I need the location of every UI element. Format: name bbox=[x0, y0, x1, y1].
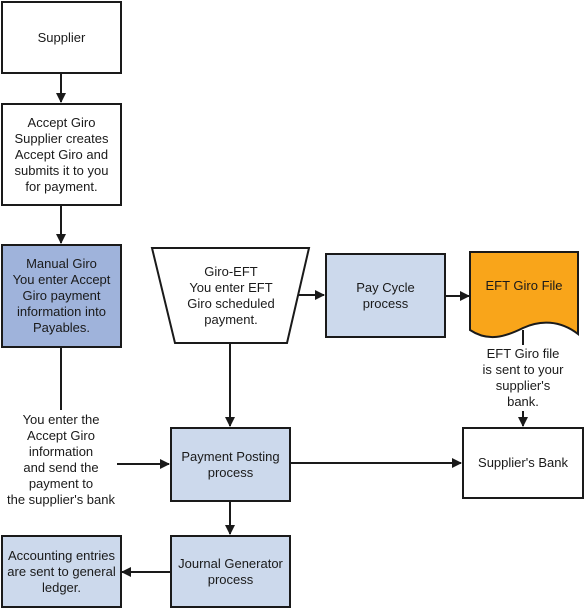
suppliers-bank-node: Supplier's Bank bbox=[462, 427, 584, 499]
accept-giro-line: Accept Giro bbox=[27, 114, 96, 130]
giro-eft-line: You enter EFT bbox=[189, 280, 273, 295]
giro-eft-node: Giro-EFT You enter EFT Giro scheduled pa… bbox=[175, 262, 287, 330]
manual-giro-line: Giro payment bbox=[22, 288, 101, 303]
manual-to-posting-line: You enter the bbox=[22, 412, 100, 427]
giro-eft-line: Giro-EFT bbox=[204, 264, 258, 279]
accept-giro-line: for payment. bbox=[25, 178, 98, 194]
accounting-entries-node: Accounting entries are sent to general l… bbox=[1, 535, 122, 608]
manual-giro-line: Payables. bbox=[32, 320, 91, 335]
file-to-bank-line: bank. bbox=[507, 394, 539, 409]
giro-eft-line: Giro scheduled bbox=[187, 296, 275, 311]
pay-cycle-line: Pay Cycle bbox=[356, 279, 415, 295]
manual-to-posting-line: and send the bbox=[23, 460, 99, 475]
payment-posting-line: process bbox=[207, 464, 254, 480]
accept-giro-node: Accept Giro Supplier creates Accept Giro… bbox=[1, 103, 122, 206]
payment-posting-node: Payment Posting process bbox=[170, 427, 291, 502]
pay-cycle-node: Pay Cycle process bbox=[325, 253, 446, 338]
accounting-entries-line: are sent to general bbox=[7, 563, 116, 579]
giro-eft-line: payment. bbox=[204, 312, 258, 327]
journal-generator-line: Journal Generator bbox=[178, 555, 283, 571]
accept-giro-line: submits it to you bbox=[14, 162, 109, 178]
manual-to-posting-line: Accept Giro bbox=[27, 428, 95, 443]
eft-giro-file-text: EFT Giro File bbox=[485, 278, 563, 293]
accept-giro-line: Accept Giro and bbox=[14, 146, 109, 162]
file-to-bank-label: EFT Giro file is sent to your supplier's… bbox=[463, 346, 583, 410]
payment-posting-line: Payment Posting bbox=[181, 448, 280, 464]
manual-to-posting-line: information bbox=[28, 444, 94, 459]
supplier-text: Supplier bbox=[37, 29, 86, 45]
accounting-entries-line: Accounting entries bbox=[8, 547, 115, 563]
file-to-bank-line: EFT Giro file bbox=[486, 346, 560, 361]
manual-giro-line: Manual Giro bbox=[26, 256, 97, 271]
manual-to-posting-line: the supplier's bank bbox=[7, 492, 115, 507]
manual-to-posting-line: payment to bbox=[28, 476, 94, 491]
eft-giro-file-node: EFT Giro File bbox=[470, 276, 578, 296]
accounting-entries-line: ledger. bbox=[41, 579, 82, 595]
file-to-bank-line: is sent to your bbox=[482, 362, 564, 377]
supplier-node: Supplier bbox=[1, 1, 122, 74]
manual-giro-node: Manual Giro You enter Accept Giro paymen… bbox=[1, 244, 122, 348]
manual-giro-line: information into bbox=[17, 304, 106, 319]
accept-giro-line: Supplier creates bbox=[14, 130, 109, 146]
pay-cycle-line: process bbox=[362, 295, 409, 311]
manual-to-posting-label: You enter the Accept Giro information an… bbox=[0, 412, 122, 508]
journal-generator-node: Journal Generator process bbox=[170, 535, 291, 608]
journal-generator-line: process bbox=[207, 571, 254, 587]
file-to-bank-line: supplier's bbox=[495, 378, 551, 393]
suppliers-bank-text: Supplier's Bank bbox=[478, 455, 568, 470]
manual-giro-line: You enter Accept bbox=[12, 272, 111, 287]
